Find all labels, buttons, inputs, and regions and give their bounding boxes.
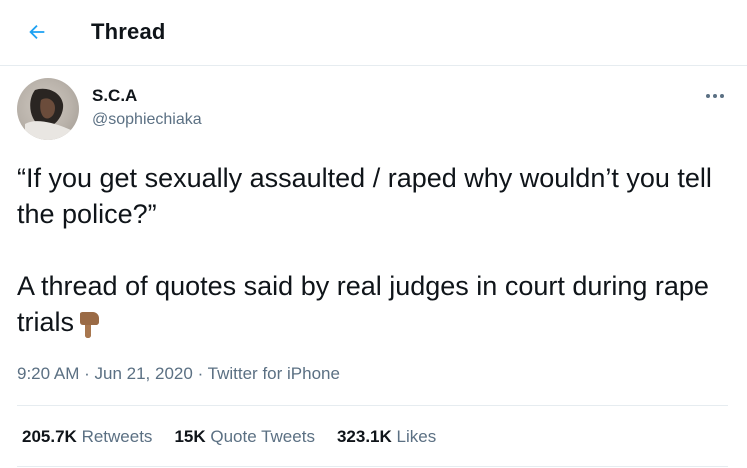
meta-separator: · bbox=[84, 364, 90, 383]
likes-stat[interactable]: 323.1K Likes bbox=[337, 427, 436, 447]
quote-tweets-count: 15K bbox=[174, 427, 206, 446]
author-handle[interactable]: @sophiechiaka bbox=[92, 111, 202, 129]
tweet-text-line1: “If you get sexually assaulted / raped w… bbox=[17, 163, 712, 229]
back-button[interactable] bbox=[18, 13, 56, 51]
arrow-left-icon bbox=[29, 24, 45, 40]
quote-tweets-label: Quote Tweets bbox=[210, 427, 315, 446]
thread-header: Thread bbox=[0, 0, 747, 66]
likes-label: Likes bbox=[396, 427, 437, 446]
page-title: Thread bbox=[91, 19, 166, 44]
engagement-stats: 205.7K Retweets 15K Quote Tweets 323.1K … bbox=[22, 427, 436, 447]
likes-count: 323.1K bbox=[336, 427, 392, 446]
tweet-metadata: 9:20 AM · Jun 21, 2020 · Twitter for iPh… bbox=[17, 364, 340, 384]
meta-separator: · bbox=[197, 364, 204, 383]
retweets-stat[interactable]: 205.7K Retweets bbox=[22, 427, 152, 447]
more-options-button[interactable] bbox=[698, 84, 732, 108]
quote-tweets-stat[interactable]: 15K Quote Tweets bbox=[174, 427, 315, 447]
divider bbox=[17, 405, 728, 406]
tweet-source-link[interactable]: Twitter for iPhone bbox=[208, 364, 340, 383]
tweet-date[interactable]: Jun 21, 2020 bbox=[95, 364, 193, 383]
tweet-time[interactable]: 9:20 AM bbox=[17, 364, 79, 383]
avatar-photo bbox=[25, 88, 71, 140]
pointing-down-icon bbox=[80, 311, 100, 338]
author-display-name[interactable]: S.C.A bbox=[92, 86, 137, 106]
more-horizontal-icon bbox=[706, 94, 724, 98]
retweets-label: Retweets bbox=[81, 427, 153, 446]
divider bbox=[17, 466, 728, 467]
avatar[interactable] bbox=[17, 78, 79, 140]
retweets-count: 205.7K bbox=[22, 427, 77, 446]
tweet-text: “If you get sexually assaulted / raped w… bbox=[17, 160, 732, 340]
tweet-text-line2: A thread of quotes said by real judges i… bbox=[17, 271, 709, 337]
